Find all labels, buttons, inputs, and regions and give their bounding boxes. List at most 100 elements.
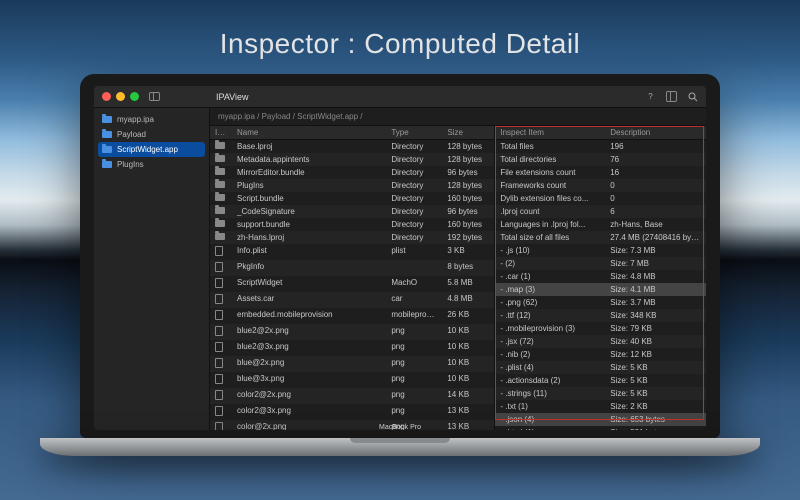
- file-type: [386, 260, 442, 276]
- screen-bezel: IPAView ? myapp.ipaPayloadScriptWidget.a…: [80, 74, 720, 438]
- app-window: IPAView ? myapp.ipaPayloadScriptWidget.a…: [94, 86, 706, 430]
- file-size: 10 KB: [442, 340, 494, 356]
- search-icon[interactable]: [687, 91, 698, 102]
- inspector-row[interactable]: - (2)Size: 7 MB: [495, 257, 706, 270]
- inspector-row[interactable]: Total files196: [495, 140, 706, 153]
- inspector-row[interactable]: Frameworks count0: [495, 179, 706, 192]
- minimize-icon[interactable]: [116, 92, 125, 101]
- close-icon[interactable]: [102, 92, 111, 101]
- inspect-value: Size: 4.8 MB: [605, 270, 706, 283]
- col-name[interactable]: Name: [232, 126, 386, 139]
- table-row[interactable]: PlugInsDirectory128 bytes: [210, 179, 494, 192]
- table-row[interactable]: color@2x.pngpng13 KB: [210, 420, 494, 430]
- inspector-row[interactable]: Total directories76: [495, 153, 706, 166]
- col-icon[interactable]: Icon: [210, 126, 232, 139]
- laptop-base: [40, 438, 760, 456]
- table-row[interactable]: embedded.mobileprovisionmobileprovision2…: [210, 308, 494, 324]
- sidebar-item-label: ScriptWidget.app: [117, 145, 178, 154]
- table-row[interactable]: color2@3x.pngpng13 KB: [210, 404, 494, 420]
- file-name: MirrorEditor.bundle: [232, 166, 386, 179]
- inspector-row[interactable]: - .js (10)Size: 7.3 MB: [495, 244, 706, 257]
- file-name: ScriptWidget: [232, 276, 386, 292]
- file-type: Directory: [386, 192, 442, 205]
- inspector-row[interactable]: - .html (1)Size: 521 bytes: [495, 426, 706, 430]
- file-size: 14 KB: [442, 388, 494, 404]
- sidebar-toggle-icon[interactable]: [149, 92, 160, 101]
- col-type[interactable]: Type: [386, 126, 442, 139]
- inspect-value: Size: 653 bytes: [605, 413, 706, 426]
- col-size[interactable]: Size: [442, 126, 494, 139]
- help-icon[interactable]: ?: [645, 91, 656, 102]
- document-icon: [215, 326, 223, 336]
- inspector-row[interactable]: - .strings (11)Size: 5 KB: [495, 387, 706, 400]
- folder-icon: [215, 233, 225, 240]
- file-type: car: [386, 292, 442, 308]
- table-row[interactable]: Info.plistplist3 KB: [210, 244, 494, 260]
- table-row[interactable]: PkgInfo8 bytes: [210, 260, 494, 276]
- inspector-row[interactable]: Dylib extension files co...0: [495, 192, 706, 205]
- table-row[interactable]: blue@3x.pngpng10 KB: [210, 372, 494, 388]
- inspector-row[interactable]: Total size of all files27.4 MB (27408416…: [495, 231, 706, 244]
- table-row[interactable]: blue2@3x.pngpng10 KB: [210, 340, 494, 356]
- table-row[interactable]: Base.lprojDirectory128 bytes: [210, 140, 494, 153]
- table-row[interactable]: blue@2x.pngpng10 KB: [210, 356, 494, 372]
- file-type: png: [386, 388, 442, 404]
- inspector-row[interactable]: - .mobileprovision (3)Size: 79 KB: [495, 322, 706, 335]
- file-size: 5.8 MB: [442, 276, 494, 292]
- table-row[interactable]: support.bundleDirectory160 bytes: [210, 218, 494, 231]
- inspect-key: Total size of all files: [495, 231, 605, 244]
- inspect-key: - .map (3): [495, 283, 605, 296]
- inspector-row[interactable]: - .actionsdata (2)Size: 5 KB: [495, 374, 706, 387]
- inspector-row[interactable]: - .map (3)Size: 4.1 MB: [495, 283, 706, 296]
- inspect-value: Size: 12 KB: [605, 348, 706, 361]
- inspect-value: Size: 7.3 MB: [605, 244, 706, 257]
- inspector-row[interactable]: - .json (4)Size: 653 bytes: [495, 413, 706, 426]
- file-type: Directory: [386, 205, 442, 218]
- inspector-row[interactable]: - .car (1)Size: 4.8 MB: [495, 270, 706, 283]
- inspect-key: Frameworks count: [495, 179, 605, 192]
- sidebar-item-label: Payload: [117, 130, 146, 139]
- file-name: color2@2x.png: [232, 388, 386, 404]
- col-description[interactable]: Description: [605, 126, 706, 139]
- inspector-row[interactable]: File extensions count16: [495, 166, 706, 179]
- table-row[interactable]: MirrorEditor.bundleDirectory96 bytes: [210, 166, 494, 179]
- table-row[interactable]: color2@2x.pngpng14 KB: [210, 388, 494, 404]
- sidebar-item[interactable]: PlugIns: [94, 157, 209, 172]
- document-icon: [215, 422, 223, 430]
- inspector-row[interactable]: - .txt (1)Size: 2 KB: [495, 400, 706, 413]
- inspector-row[interactable]: - .ttf (12)Size: 348 KB: [495, 309, 706, 322]
- inspector-row[interactable]: Languages in .lproj fol...zh-Hans, Base: [495, 218, 706, 231]
- inspector-row[interactable]: - .jsx (72)Size: 40 KB: [495, 335, 706, 348]
- inspector-row[interactable]: - .nib (2)Size: 12 KB: [495, 348, 706, 361]
- inspector-row[interactable]: .lproj count6: [495, 205, 706, 218]
- file-size: 10 KB: [442, 372, 494, 388]
- inspect-value: 27.4 MB (27408416 bytes): [605, 231, 706, 244]
- inspect-value: 0: [605, 192, 706, 205]
- inspector-row[interactable]: - .png (62)Size: 3.7 MB: [495, 296, 706, 309]
- file-size: 128 bytes: [442, 179, 494, 192]
- file-name: PlugIns: [232, 179, 386, 192]
- inspect-key: - .jsx (72): [495, 335, 605, 348]
- col-inspect-item[interactable]: Inspect Item: [495, 126, 605, 139]
- sidebar-item[interactable]: myapp.ipa: [94, 112, 209, 127]
- file-size: 4.8 MB: [442, 292, 494, 308]
- table-row[interactable]: zh-Hans.lprojDirectory192 bytes: [210, 231, 494, 244]
- file-name: color@2x.png: [232, 420, 386, 430]
- file-name: Metadata.appintents: [232, 153, 386, 166]
- sidebar-item[interactable]: Payload: [94, 127, 209, 142]
- table-row[interactable]: Assets.carcar4.8 MB: [210, 292, 494, 308]
- inspector-row[interactable]: - .plist (4)Size: 5 KB: [495, 361, 706, 374]
- table-row[interactable]: Metadata.appintentsDirectory128 bytes: [210, 153, 494, 166]
- sidebar-item[interactable]: ScriptWidget.app: [98, 142, 205, 157]
- table-row[interactable]: blue2@2x.pngpng10 KB: [210, 324, 494, 340]
- file-name: Assets.car: [232, 292, 386, 308]
- inspect-value: zh-Hans, Base: [605, 218, 706, 231]
- file-size: 192 bytes: [442, 231, 494, 244]
- table-row[interactable]: ScriptWidgetMachO5.8 MB: [210, 276, 494, 292]
- inspector-toggle-icon[interactable]: [666, 91, 677, 102]
- inspect-value: Size: 7 MB: [605, 257, 706, 270]
- table-row[interactable]: Script.bundleDirectory160 bytes: [210, 192, 494, 205]
- zoom-icon[interactable]: [130, 92, 139, 101]
- table-row[interactable]: _CodeSignatureDirectory96 bytes: [210, 205, 494, 218]
- file-name: blue@3x.png: [232, 372, 386, 388]
